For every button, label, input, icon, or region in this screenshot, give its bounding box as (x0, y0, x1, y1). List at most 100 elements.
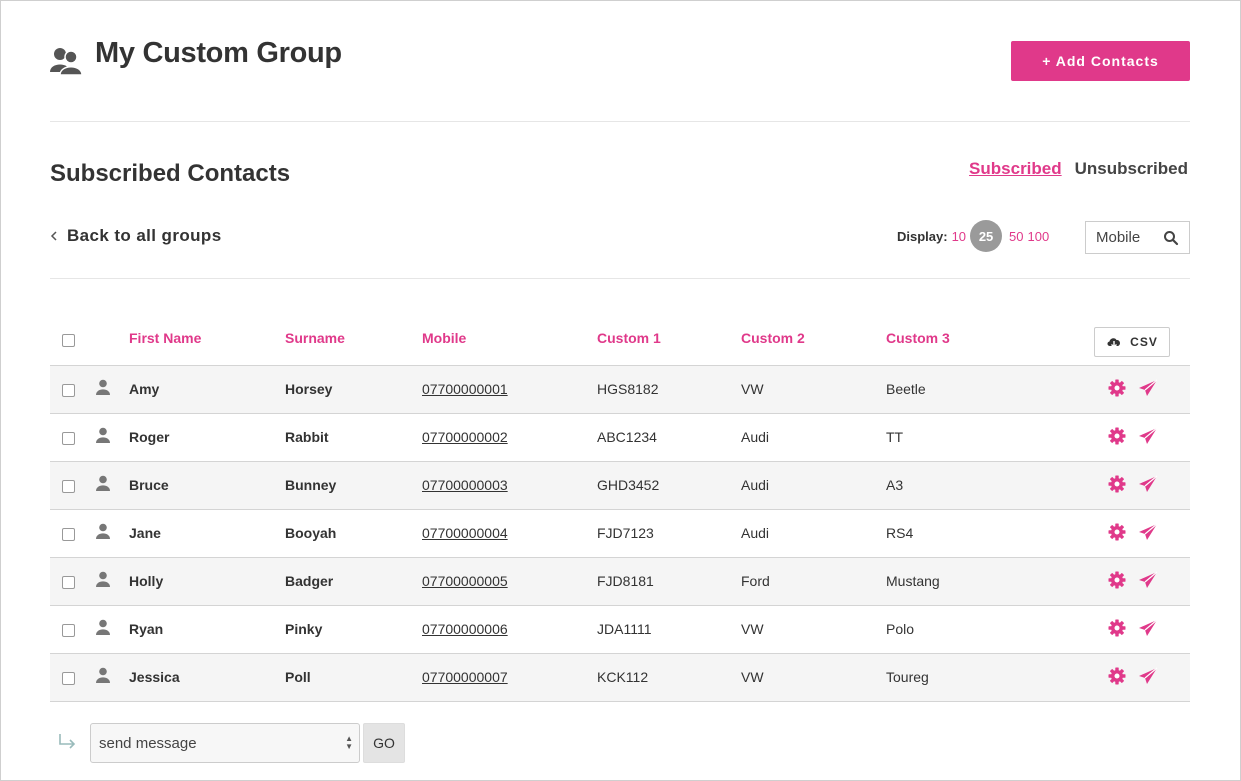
divider (50, 278, 1190, 279)
send-icon[interactable] (1138, 619, 1158, 637)
cell-custom-1: ABC1234 (597, 429, 657, 445)
divider (50, 121, 1190, 122)
person-icon (96, 667, 110, 683)
row-checkbox[interactable] (62, 384, 75, 397)
cell-surname: Rabbit (285, 429, 329, 445)
table-row: Amy Horsey 07700000001 HGS8182 VW Beetle (50, 366, 1190, 414)
column-surname[interactable]: Surname (285, 330, 345, 346)
cell-custom-1: JDA1111 (597, 621, 652, 637)
section-title: Subscribed Contacts (50, 160, 291, 187)
cell-custom-1: KCK112 (597, 669, 649, 685)
table-body: Amy Horsey 07700000001 HGS8182 VW Beetle Roger… (50, 366, 1190, 702)
gear-icon[interactable] (1108, 667, 1126, 685)
cell-mobile-link[interactable]: 07700000001 (422, 381, 508, 397)
cell-custom-3: Polo (886, 621, 915, 637)
cell-mobile-link[interactable]: 07700000007 (422, 669, 508, 685)
back-to-groups-link[interactable]: Back to all groups (50, 226, 222, 246)
go-button[interactable]: GO (363, 723, 405, 763)
chevron-left-icon (50, 231, 57, 241)
column-custom-3[interactable]: Custom 3 (886, 330, 950, 346)
column-custom-2[interactable]: Custom 2 (741, 330, 805, 346)
gear-icon[interactable] (1108, 523, 1126, 541)
search-field-label: Mobile (1096, 229, 1141, 246)
bulk-action-select[interactable]: send message ▲ ▼ (90, 723, 360, 763)
cell-surname: Horsey (285, 381, 333, 397)
cell-custom-1: FJD7123 (597, 525, 654, 541)
cell-custom-1: GHD3452 (597, 477, 660, 493)
display-option-50[interactable]: 50 (1009, 229, 1023, 244)
cell-custom-1: HGS8182 (597, 381, 659, 397)
cell-mobile-link[interactable]: 07700000006 (422, 621, 508, 637)
search-field-selector[interactable]: Mobile (1085, 221, 1190, 254)
send-icon[interactable] (1138, 475, 1158, 493)
display-label: Display: (897, 228, 948, 244)
display-option-10[interactable]: 10 (952, 229, 966, 244)
cell-surname: Bunney (285, 477, 337, 493)
table-row: Roger Rabbit 07700000002 ABC1234 Audi TT (50, 414, 1190, 462)
contacts-table: First Name Surname Mobile Custom 1 Custo… (50, 318, 1190, 702)
row-checkbox[interactable] (62, 576, 75, 589)
column-first-name[interactable]: First Name (129, 330, 201, 346)
send-icon[interactable] (1138, 427, 1158, 445)
row-checkbox[interactable] (62, 528, 75, 541)
column-mobile[interactable]: Mobile (422, 330, 466, 346)
row-checkbox[interactable] (62, 432, 75, 445)
gear-icon[interactable] (1108, 619, 1126, 637)
csv-export-button[interactable]: CSV (1094, 327, 1170, 357)
cell-surname: Pinky (285, 621, 323, 637)
cell-custom-2: Audi (741, 525, 770, 541)
cell-mobile-link[interactable]: 07700000002 (422, 429, 508, 445)
display-option-100[interactable]: 100 (1028, 229, 1050, 244)
row-checkbox[interactable] (62, 672, 75, 685)
gear-icon[interactable] (1108, 427, 1126, 445)
row-checkbox[interactable] (62, 624, 75, 637)
tab-unsubscribed[interactable]: Unsubscribed (1075, 159, 1188, 179)
select-arrows-icon: ▲ ▼ (345, 734, 353, 751)
row-checkbox[interactable] (62, 480, 75, 493)
cell-custom-1: FJD8181 (597, 573, 654, 589)
subscription-tabs: Subscribed Unsubscribed (969, 159, 1188, 179)
cell-first-name: Jessica (129, 669, 180, 685)
gear-icon[interactable] (1108, 475, 1126, 493)
app-frame: My Custom Group + Add Contacts Subscribe… (0, 0, 1241, 781)
search-icon[interactable] (1163, 230, 1179, 246)
person-icon (96, 427, 110, 443)
column-custom-1[interactable]: Custom 1 (597, 330, 661, 346)
cell-custom-3: TT (886, 429, 904, 445)
cell-mobile-link[interactable]: 07700000003 (422, 477, 508, 493)
cell-surname: Poll (285, 669, 311, 685)
cell-custom-3: RS4 (886, 525, 914, 541)
cell-surname: Booyah (285, 525, 337, 541)
send-icon[interactable] (1138, 379, 1158, 397)
table-row: Jane Booyah 07700000004 FJD7123 Audi RS4 (50, 510, 1190, 558)
display-option-25-selected[interactable]: 25 (970, 220, 1003, 252)
select-all-checkbox[interactable] (62, 334, 75, 347)
send-icon[interactable] (1138, 571, 1158, 589)
add-contacts-button[interactable]: + Add Contacts (1011, 41, 1190, 81)
cell-mobile-link[interactable]: 07700000005 (422, 573, 508, 589)
cell-custom-3: Mustang (886, 573, 940, 589)
person-icon (96, 571, 110, 587)
send-icon[interactable] (1138, 523, 1158, 541)
cell-first-name: Ryan (129, 621, 164, 637)
person-icon (96, 379, 110, 395)
bulk-action-value: send message (99, 734, 197, 752)
cloud-download-icon (1107, 338, 1121, 348)
cell-custom-3: A3 (886, 477, 904, 493)
cell-custom-2: Audi (741, 477, 770, 493)
cell-custom-3: Toureg (886, 669, 929, 685)
gear-icon[interactable] (1108, 379, 1126, 397)
return-arrow-icon (59, 734, 76, 749)
person-icon (96, 475, 110, 491)
cell-mobile-link[interactable]: 07700000004 (422, 525, 508, 541)
back-link-label: Back to all groups (67, 226, 222, 245)
cell-custom-2: Audi (741, 429, 770, 445)
cell-first-name: Bruce (129, 477, 169, 493)
person-icon (96, 523, 110, 539)
gear-icon[interactable] (1108, 571, 1126, 589)
table-row: Ryan Pinky 07700000006 JDA1111 VW Polo (50, 606, 1190, 654)
send-icon[interactable] (1138, 667, 1158, 685)
cell-first-name: Holly (129, 573, 164, 589)
tab-subscribed[interactable]: Subscribed (969, 159, 1062, 179)
cell-custom-2: VW (741, 381, 764, 397)
